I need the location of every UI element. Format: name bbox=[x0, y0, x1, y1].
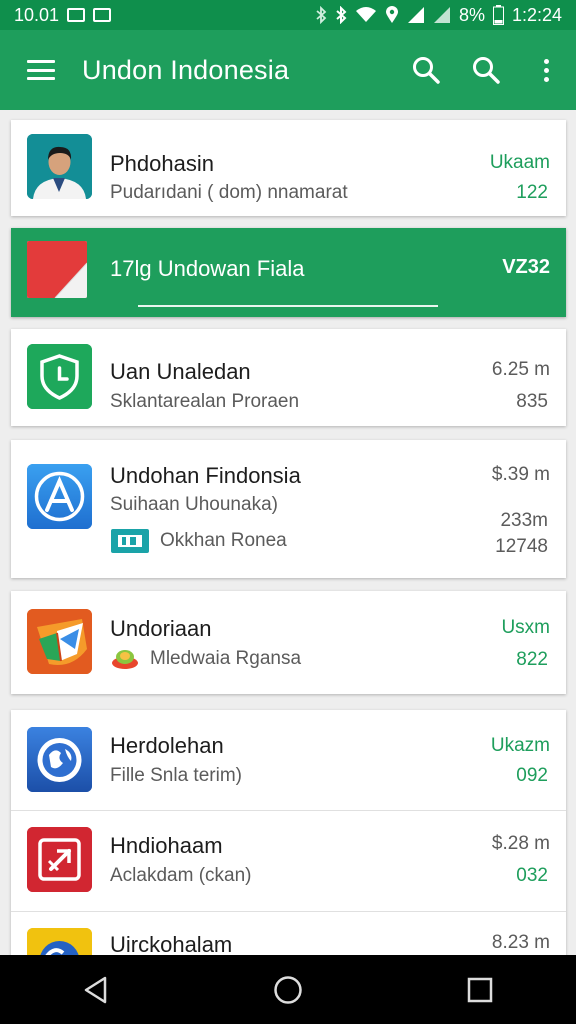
signal-2-icon bbox=[433, 7, 450, 23]
item-title: Phdohasin bbox=[110, 151, 214, 176]
signal-icon bbox=[407, 7, 424, 23]
back-button[interactable] bbox=[56, 960, 136, 1020]
list-group: Herdolehan Fille Snla terim) Ukazm 092 H… bbox=[11, 710, 566, 955]
location-icon bbox=[385, 6, 398, 23]
status-right: 8% 1:2:24 bbox=[315, 5, 562, 26]
profile-photo bbox=[27, 134, 92, 199]
item-right-bottom: 12748 bbox=[495, 536, 548, 557]
bluetooth-icon bbox=[316, 6, 327, 24]
app-title: Undon Indonesia bbox=[82, 54, 290, 85]
item-title: 17lg Undowan Fiala bbox=[110, 256, 305, 281]
battery-text: 8% bbox=[458, 4, 485, 25]
item-right-top: 8.23 m bbox=[491, 932, 550, 953]
app-list: Phdohasin Pudarıdani ( dom) nnamarat Uka… bbox=[0, 110, 576, 955]
search-icon bbox=[413, 57, 440, 84]
item-subtitle: Aclakdam (ckan) bbox=[110, 865, 252, 886]
list-item[interactable]: Undoriaan Mledwaia Rgansa Usxm 822 bbox=[11, 591, 566, 694]
app-store-icon bbox=[27, 464, 92, 529]
item-subtitle: Fille Snla terim) bbox=[110, 765, 242, 786]
menu-icon bbox=[27, 60, 55, 80]
item-title: Undohan Findonsia bbox=[110, 463, 301, 488]
wifi-icon bbox=[355, 7, 376, 22]
item-right-bottom: 835 bbox=[516, 391, 548, 412]
navigation-bar bbox=[0, 955, 576, 1024]
battery-icon bbox=[492, 5, 504, 25]
more-vert-icon bbox=[543, 58, 549, 82]
notification-icon bbox=[67, 8, 86, 22]
globe-icon bbox=[27, 727, 92, 792]
shield-clock-icon bbox=[27, 344, 92, 409]
item-extra-text: Mledwaia Rgansa bbox=[150, 648, 302, 669]
recents-icon bbox=[467, 977, 493, 1002]
more-options-button[interactable] bbox=[516, 30, 576, 110]
flag-icon bbox=[27, 241, 87, 298]
image-notification-icon bbox=[93, 8, 112, 22]
item-extra-text: Okkhan Ronea bbox=[160, 530, 287, 551]
item-subtitle: Sklantarealan Proraen bbox=[110, 391, 300, 412]
status-clock: 1:2:24 bbox=[511, 4, 562, 25]
yellow-globe-icon bbox=[27, 928, 92, 955]
list-item[interactable]: Uirckohalam 8.23 m bbox=[11, 912, 566, 955]
item-subtitle: Pudarıdani ( dom) nnamarat bbox=[110, 182, 348, 203]
badge-icon bbox=[112, 650, 138, 669]
recents-button[interactable] bbox=[440, 960, 520, 1020]
item-subtitle: Suihaan Uhounaka) bbox=[110, 494, 278, 515]
back-icon bbox=[84, 976, 107, 1003]
list-item[interactable]: Herdolehan Fille Snla terim) Ukazm 092 bbox=[11, 710, 566, 810]
item-extra: Mledwaia Rgansa bbox=[110, 647, 301, 671]
status-left: 10.01 bbox=[14, 4, 112, 26]
app-bar-actions bbox=[396, 30, 576, 110]
item-title: Herdolehan bbox=[110, 733, 224, 758]
item-right-bottom: 822 bbox=[516, 649, 548, 670]
item-right-top: Ukaam bbox=[489, 152, 550, 173]
chrome-like-icon bbox=[27, 609, 92, 674]
ticket-icon bbox=[111, 529, 149, 553]
home-icon bbox=[274, 975, 302, 1004]
item-right-top: $.28 m bbox=[491, 833, 550, 854]
status-bar: 10.01 8% 1:2:24 bbox=[0, 0, 576, 30]
list-item[interactable]: Hndiohaam Aclakdam (ckan) $.28 m 032 bbox=[11, 811, 566, 911]
item-right-bottom: 092 bbox=[516, 765, 548, 786]
pin-icon bbox=[27, 827, 92, 892]
status-time: 10.01 bbox=[14, 4, 60, 25]
list-item[interactable]: Uan Unaledan Sklantarealan Proraen 6.25 … bbox=[11, 329, 566, 426]
home-button[interactable] bbox=[248, 960, 328, 1020]
item-right-top: Usxm bbox=[501, 617, 550, 638]
item-right-bottom: 032 bbox=[516, 865, 548, 886]
search-button-2[interactable] bbox=[456, 30, 516, 110]
list-item[interactable]: Undohan Findonsia Suihaan Uhounaka) Okkh… bbox=[11, 440, 566, 578]
item-right-middle: 233m bbox=[500, 510, 548, 531]
item-extra: Okkhan Ronea bbox=[110, 528, 287, 554]
item-right-top: VZ32 bbox=[502, 256, 550, 278]
menu-button[interactable] bbox=[0, 30, 82, 110]
list-item[interactable]: Phdohasin Pudarıdani ( dom) nnamarat Uka… bbox=[11, 120, 566, 216]
app-bar: Undon Indonesia bbox=[0, 30, 576, 110]
item-title: Uirckohalam bbox=[110, 932, 233, 955]
item-title: Undoriaan bbox=[110, 616, 212, 641]
item-right-top: 6.25 m bbox=[491, 359, 550, 380]
bluetooth-connected-icon bbox=[336, 6, 347, 24]
item-right-top: $.39 m bbox=[491, 464, 550, 485]
search-button[interactable] bbox=[396, 30, 456, 110]
list-item-highlighted[interactable]: 17lg Undowan Fiala VZ32 bbox=[11, 228, 566, 317]
item-right-top: Ukazm bbox=[490, 735, 550, 756]
item-title: Uan Unaledan bbox=[110, 359, 251, 384]
item-title: Hndiohaam bbox=[110, 833, 223, 858]
search-icon bbox=[473, 57, 500, 84]
input-underline bbox=[138, 305, 438, 307]
item-right-bottom: 122 bbox=[516, 182, 548, 203]
